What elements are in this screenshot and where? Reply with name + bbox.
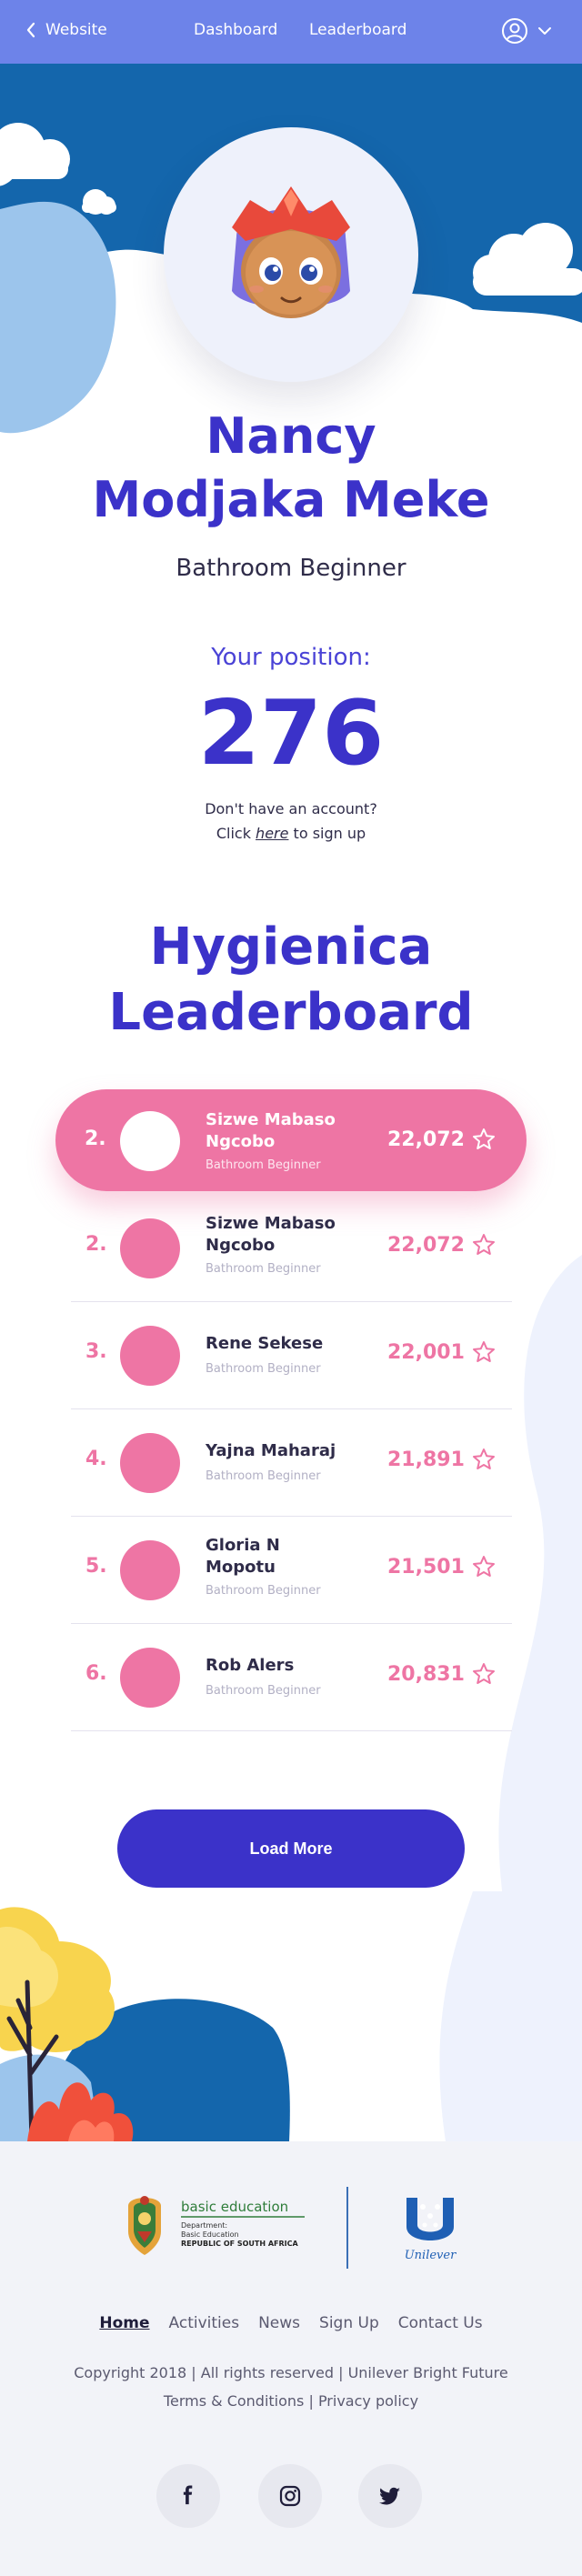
dbe-dept: Department:: [181, 2221, 227, 2230]
row-avatar: [120, 1218, 180, 1278]
footer-nav: Home Activities News Sign Up Contact Us: [0, 2314, 582, 2332]
bottom-scene-illustration: [0, 1891, 582, 2141]
row-rank: 5.: [85, 1555, 107, 1578]
row-score: 21,501: [387, 1556, 465, 1579]
twitter-icon: [379, 2487, 400, 2505]
current-user-subtitle: Bathroom Beginner: [206, 1158, 321, 1172]
row-score: 21,891: [387, 1448, 465, 1471]
row-avatar: [120, 1540, 180, 1600]
row-avatar: [120, 1433, 180, 1493]
footer-link-contact[interactable]: Contact Us: [398, 2314, 483, 2332]
star-icon[interactable]: [472, 1340, 496, 1364]
star-icon[interactable]: [472, 1555, 496, 1579]
row-score: 20,831: [387, 1663, 465, 1686]
leaderboard-row: 2. Sizwe Mabaso Ngcobo Bathroom Beginner…: [71, 1195, 512, 1302]
copyright-text: Copyright 2018 | All rights reserved | U…: [74, 2364, 508, 2381]
signup-prompt: Don't have an account?: [205, 800, 377, 817]
row-score: 22,001: [387, 1341, 465, 1364]
user-icon: [502, 18, 527, 44]
signup-here-link[interactable]: here: [256, 825, 288, 842]
leaderboard-title-line2: Leaderboard: [108, 983, 474, 1042]
basic-education-logo[interactable]: basic education Department: Basic Educat…: [123, 2191, 309, 2257]
profile-rank-title: Bathroom Beginner: [176, 555, 406, 582]
back-to-website-link[interactable]: Website: [25, 21, 107, 39]
leaderboard-row: 3. Rene Sekese Bathroom Beginner 22,001: [71, 1302, 512, 1409]
user-menu[interactable]: [501, 17, 552, 45]
row-name: Rob Alers: [206, 1656, 295, 1675]
footer-link-home[interactable]: Home: [99, 2314, 149, 2332]
signup-suffix: to sign up: [288, 825, 366, 842]
row-avatar: [120, 1326, 180, 1386]
back-label: Website: [45, 21, 107, 39]
footer-link-news[interactable]: News: [258, 2314, 300, 2332]
star-icon[interactable]: [472, 1128, 496, 1151]
dbe-sub: Basic Education: [181, 2230, 239, 2239]
row-subtitle: Bathroom Beginner: [206, 1362, 321, 1376]
row-name: Rene Sekese: [206, 1334, 324, 1353]
signup-cta: Click here to sign up: [0, 825, 582, 842]
position-value: 276: [197, 682, 385, 786]
current-user-row: 2. Sizwe Mabaso Ngcobo Bathroom Beginner…: [55, 1089, 527, 1191]
facebook-icon: [183, 2485, 193, 2505]
chevron-down-icon: [538, 27, 551, 35]
legal-links: Terms & Conditions | Privacy policy: [0, 2392, 582, 2410]
star-icon[interactable]: [472, 1448, 496, 1471]
footer-link-signup[interactable]: Sign Up: [319, 2314, 379, 2332]
row-name: Gloria N Mopotu: [206, 1536, 280, 1577]
star-icon[interactable]: [472, 1662, 496, 1686]
current-user-avatar: [120, 1111, 180, 1171]
row-rank: 4.: [85, 1448, 107, 1470]
row-score: 22,072: [387, 1234, 465, 1257]
unilever-u-icon: [406, 2198, 454, 2240]
row-subtitle: Bathroom Beginner: [206, 1469, 321, 1483]
star-icon[interactable]: [472, 1233, 496, 1257]
unilever-logo[interactable]: Unilever: [397, 2194, 463, 2263]
row-name: Sizwe Mabaso Ngcobo: [206, 1214, 336, 1255]
privacy-link[interactable]: Privacy policy: [318, 2392, 418, 2410]
coat-of-arms-icon: [128, 2196, 161, 2255]
row-subtitle: Bathroom Beginner: [206, 1262, 321, 1276]
profile-name: Nancy Modjaka Meke: [0, 405, 582, 532]
terms-link[interactable]: Terms & Conditions: [164, 2392, 304, 2410]
row-avatar: [120, 1648, 180, 1708]
logo-divider: [346, 2187, 348, 2269]
footer-link-activities[interactable]: Activities: [169, 2314, 240, 2332]
leaderboard-title-line1: Hygienica: [149, 917, 433, 977]
instagram-button[interactable]: [258, 2464, 322, 2528]
facebook-button[interactable]: [156, 2464, 220, 2528]
dbe-country: REPUBLIC OF SOUTH AFRICA: [181, 2240, 299, 2248]
current-user-rank: 2.: [85, 1128, 106, 1150]
load-more-button[interactable]: Load More: [117, 1809, 465, 1888]
unilever-wordmark: Unilever: [405, 2249, 457, 2262]
row-name: Yajna Maharaj: [206, 1441, 336, 1460]
row-rank: 3.: [85, 1340, 107, 1363]
row-rank: 6.: [85, 1662, 107, 1685]
row-rank: 2.: [85, 1233, 107, 1256]
dbe-name: basic education: [181, 2199, 288, 2215]
row-subtitle: Bathroom Beginner: [206, 1584, 321, 1598]
leaderboard-title: Hygienica Leaderboard: [0, 915, 582, 1046]
twitter-button[interactable]: [358, 2464, 422, 2528]
chevron-left-icon: [26, 22, 35, 38]
nav-leaderboard-link[interactable]: Leaderboard: [309, 21, 406, 39]
current-user-score: 22,072: [387, 1128, 465, 1151]
top-nav: Website Dashboard Leaderboard: [0, 0, 582, 64]
signup-prefix: Click: [216, 825, 256, 842]
profile-name-line2: Modjaka Meke: [92, 471, 490, 528]
legal-separator: |: [304, 2392, 318, 2410]
instagram-icon: [279, 2485, 301, 2507]
nav-dashboard-link[interactable]: Dashboard: [194, 21, 277, 39]
leaderboard-row: 4. Yajna Maharaj Bathroom Beginner 21,89…: [71, 1409, 512, 1517]
position-label: Your position:: [211, 644, 371, 671]
footer: basic education Department: Basic Educat…: [0, 2141, 582, 2576]
hero-character-avatar: [232, 186, 350, 318]
leaderboard-row: 5. Gloria N Mopotu Bathroom Beginner 21,…: [71, 1517, 512, 1624]
current-user-name: Sizwe Mabaso Ngcobo: [206, 1110, 336, 1151]
hero-banner: [0, 64, 582, 455]
row-subtitle: Bathroom Beginner: [206, 1684, 321, 1698]
profile-name-line1: Nancy: [206, 407, 376, 465]
leaderboard-row: 6. Rob Alers Bathroom Beginner 20,831: [71, 1624, 512, 1731]
profile-avatar: [164, 127, 418, 382]
